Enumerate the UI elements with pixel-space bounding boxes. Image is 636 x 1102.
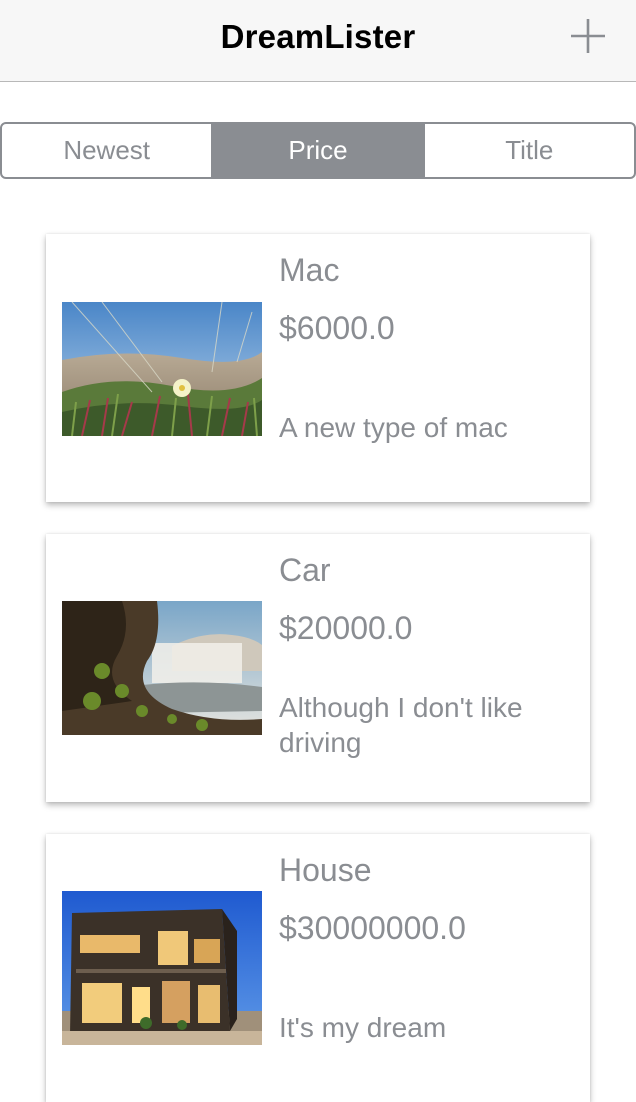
- item-title: Car: [279, 552, 331, 588]
- waterfall-cliff-photo: [62, 601, 262, 735]
- app-title: DreamLister: [220, 18, 416, 55]
- plus-icon: [571, 19, 605, 53]
- item-description: It's my dream: [279, 1012, 447, 1043]
- sort-price-segment[interactable]: Price: [211, 124, 423, 177]
- item-card[interactable]: Car $20000.0 Although I don't like drivi…: [46, 534, 590, 802]
- item-description: Although I don't like driving: [279, 692, 523, 758]
- sort-segmented-control: Newest Price Title: [0, 122, 636, 179]
- sort-newest-segment[interactable]: Newest: [2, 124, 211, 177]
- beach-flower-photo: [62, 302, 262, 436]
- item-description: A new type of mac: [279, 412, 508, 443]
- navigation-bar: DreamLister: [0, 0, 636, 82]
- item-price: $6000.0: [279, 310, 395, 346]
- add-item-button[interactable]: [568, 16, 608, 56]
- item-title: House: [279, 852, 372, 888]
- item-card[interactable]: Mac $6000.0 A new type of mac: [46, 234, 590, 502]
- item-price: $20000.0: [279, 610, 413, 646]
- sort-title-segment[interactable]: Title: [422, 124, 634, 177]
- item-title: Mac: [279, 252, 340, 288]
- item-price: $30000000.0: [279, 910, 466, 946]
- item-card[interactable]: House $30000000.0 It's my dream: [46, 834, 590, 1102]
- modern-house-photo: [62, 891, 262, 1045]
